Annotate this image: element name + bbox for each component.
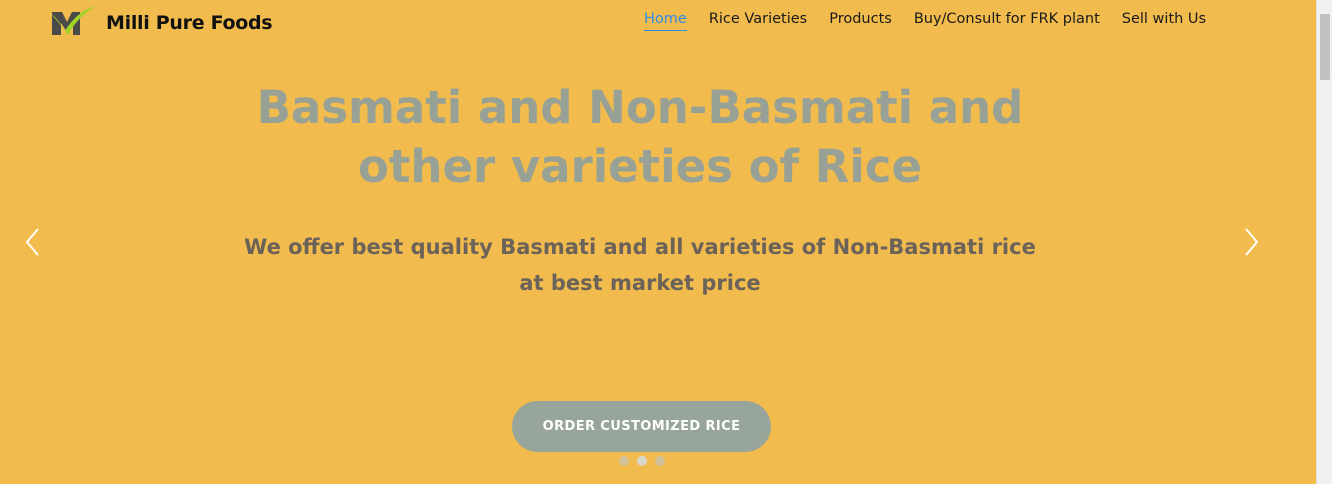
hero-subtext-line-1: We offer best quality Basmati and all va… — [244, 235, 1036, 259]
slider-dot-2[interactable] — [637, 456, 647, 466]
brand-logo-link[interactable]: Milli Pure Foods — [50, 2, 273, 40]
nav-item-rice-varieties[interactable]: Rice Varieties — [709, 11, 807, 30]
nav-item-products[interactable]: Products — [829, 11, 892, 30]
nav-item-home[interactable]: Home — [644, 11, 687, 31]
slider-next-button[interactable] — [1238, 226, 1264, 258]
hero-subtext-line-2: at best market price — [519, 271, 761, 295]
hero-headline-line-2: other varieties of Rice — [357, 140, 923, 193]
slider-dot-1[interactable] — [619, 456, 629, 466]
scrollbar-thumb[interactable] — [1320, 14, 1330, 80]
slider-dot-3[interactable] — [655, 456, 665, 466]
order-customized-rice-button[interactable]: ORDER CUSTOMIZED RICE — [512, 401, 771, 452]
milli-logo-icon — [51, 6, 96, 35]
main-nav: Home Rice Varieties Products Buy/Consult… — [644, 11, 1206, 31]
page-scrollbar[interactable] — [1316, 0, 1332, 484]
hero-headline: Basmati and Non-Basmati and other variet… — [240, 78, 1040, 196]
nav-item-frk-plant[interactable]: Buy/Consult for FRK plant — [914, 11, 1100, 30]
page: Milli Pure Foods Home Rice Varieties Pro… — [0, 0, 1332, 484]
hero-subtext: We offer best quality Basmati and all va… — [240, 229, 1040, 301]
brand-name: Milli Pure Foods — [106, 12, 273, 34]
nav-item-sell-with-us[interactable]: Sell with Us — [1122, 11, 1206, 30]
hero-headline-line-1: Basmati and Non-Basmati and — [256, 81, 1024, 134]
chevron-right-icon — [1245, 228, 1259, 256]
slider-pagination — [619, 456, 665, 466]
slider-prev-button[interactable] — [20, 226, 46, 258]
chevron-left-icon — [25, 228, 39, 256]
